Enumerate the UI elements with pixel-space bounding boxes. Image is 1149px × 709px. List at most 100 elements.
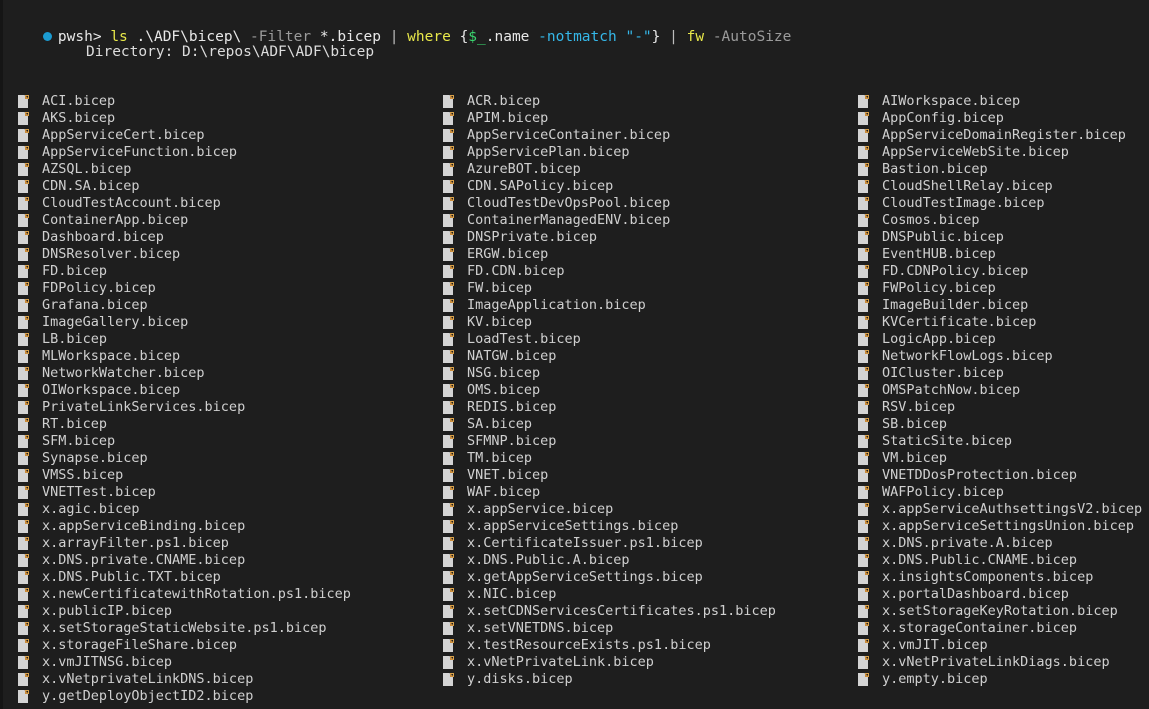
file-list-item[interactable]: ACR.bicep [443, 93, 776, 110]
file-list-item[interactable]: x.newCertificatewithRotation.ps1.bicep [18, 586, 351, 603]
file-list-item[interactable]: CDN.SA.bicep [18, 178, 351, 195]
file-list-item[interactable]: x.agic.bicep [18, 501, 351, 518]
file-list-item[interactable]: DNSResolver.bicep [18, 246, 351, 263]
file-list-item[interactable]: CloudTestAccount.bicep [18, 195, 351, 212]
file-list-item[interactable]: RT.bicep [18, 416, 351, 433]
file-list-item[interactable]: ImageBuilder.bicep [858, 297, 1142, 314]
file-list-item[interactable]: x.vNetPrivateLink.bicep [443, 654, 776, 671]
file-list-item[interactable]: x.testResourceExists.ps1.bicep [443, 637, 776, 654]
file-list-item[interactable]: TM.bicep [443, 450, 776, 467]
file-list-item[interactable]: AIWorkspace.bicep [858, 93, 1142, 110]
file-list-item[interactable]: x.getAppServiceSettings.bicep [443, 569, 776, 586]
file-list-item[interactable]: x.portalDashboard.bicep [858, 586, 1142, 603]
file-list-item[interactable]: LB.bicep [18, 331, 351, 348]
file-list-item[interactable]: AppServiceFunction.bicep [18, 144, 351, 161]
file-list-item[interactable]: AppConfig.bicep [858, 110, 1142, 127]
file-list-item[interactable]: OICluster.bicep [858, 365, 1142, 382]
file-list-item[interactable]: FDPolicy.bicep [18, 280, 351, 297]
file-list-item[interactable]: AppServiceContainer.bicep [443, 127, 776, 144]
file-list-item[interactable]: Cosmos.bicep [858, 212, 1142, 229]
file-list-item[interactable]: x.insightsComponents.bicep [858, 569, 1142, 586]
file-list-item[interactable]: CDN.SAPolicy.bicep [443, 178, 776, 195]
file-list-item[interactable]: OIWorkspace.bicep [18, 382, 351, 399]
file-list-item[interactable]: ACI.bicep [18, 93, 351, 110]
file-list-item[interactable]: Grafana.bicep [18, 297, 351, 314]
file-list-item[interactable]: x.NIC.bicep [443, 586, 776, 603]
file-list-item[interactable]: VNET.bicep [443, 467, 776, 484]
file-list-item[interactable]: x.appServiceAuthsettingsV2.bicep [858, 501, 1142, 518]
file-list-item[interactable]: y.getDeployObjectID2.bicep [18, 688, 351, 705]
file-list-item[interactable]: x.DNS.private.A.bicep [858, 535, 1142, 552]
file-list-item[interactable]: DNSPrivate.bicep [443, 229, 776, 246]
file-list-item[interactable]: ContainerApp.bicep [18, 212, 351, 229]
file-list-item[interactable]: VM.bicep [858, 450, 1142, 467]
file-list-item[interactable]: REDIS.bicep [443, 399, 776, 416]
file-list-item[interactable]: FD.CDN.bicep [443, 263, 776, 280]
file-list-item[interactable]: CloudTestDevOpsPool.bicep [443, 195, 776, 212]
file-list-item[interactable]: MLWorkspace.bicep [18, 348, 351, 365]
file-list-item[interactable]: x.appServiceSettingsUnion.bicep [858, 518, 1142, 535]
file-list-item[interactable]: x.arrayFilter.ps1.bicep [18, 535, 351, 552]
prompt-line[interactable]: pwsh> ls .\ADF\bicep\ -Filter *.bicep | … [8, 7, 791, 45]
file-list-item[interactable]: AZSQL.bicep [18, 161, 351, 178]
file-list-item[interactable]: x.setStorageKeyRotation.bicep [858, 603, 1142, 620]
file-list-item[interactable]: LoadTest.bicep [443, 331, 776, 348]
file-list-item[interactable]: SFMNP.bicep [443, 433, 776, 450]
file-list-item[interactable]: EventHUB.bicep [858, 246, 1142, 263]
file-list-item[interactable]: WAF.bicep [443, 484, 776, 501]
file-list-item[interactable]: FD.CDNPolicy.bicep [858, 263, 1142, 280]
file-list-item[interactable]: ERGW.bicep [443, 246, 776, 263]
file-list-item[interactable]: y.empty.bicep [858, 671, 1142, 688]
file-list-item[interactable]: NATGW.bicep [443, 348, 776, 365]
file-list-item[interactable]: x.setCDNServicesCertificates.ps1.bicep [443, 603, 776, 620]
file-list-item[interactable]: RSV.bicep [858, 399, 1142, 416]
file-list-item[interactable]: AppServicePlan.bicep [443, 144, 776, 161]
file-list-item[interactable]: NSG.bicep [443, 365, 776, 382]
file-list-item[interactable]: FD.bicep [18, 263, 351, 280]
file-list-item[interactable]: NetworkFlowLogs.bicep [858, 348, 1142, 365]
file-list-item[interactable]: DNSPublic.bicep [858, 229, 1142, 246]
file-list-item[interactable]: x.vNetprivateLinkDNS.bicep [18, 671, 351, 688]
file-list-item[interactable]: AppServiceDomainRegister.bicep [858, 127, 1142, 144]
file-list-item[interactable]: Synapse.bicep [18, 450, 351, 467]
file-list-item[interactable]: x.CertificateIssuer.ps1.bicep [443, 535, 776, 552]
file-list-item[interactable]: FW.bicep [443, 280, 776, 297]
file-list-item[interactable]: APIM.bicep [443, 110, 776, 127]
file-list-item[interactable]: Dashboard.bicep [18, 229, 351, 246]
file-list-item[interactable]: SB.bicep [858, 416, 1142, 433]
file-list-item[interactable]: AKS.bicep [18, 110, 351, 127]
file-list-item[interactable]: x.storageContainer.bicep [858, 620, 1142, 637]
file-list-item[interactable]: NetworkWatcher.bicep [18, 365, 351, 382]
file-list-item[interactable]: KV.bicep [443, 314, 776, 331]
file-list-item[interactable]: x.appServiceBinding.bicep [18, 518, 351, 535]
file-list-item[interactable]: x.vNetPrivateLinkDiags.bicep [858, 654, 1142, 671]
file-list-item[interactable]: ContainerManagedENV.bicep [443, 212, 776, 229]
file-list-item[interactable]: x.appService.bicep [443, 501, 776, 518]
file-list-item[interactable]: x.storageFileShare.bicep [18, 637, 351, 654]
file-list-item[interactable]: AppServiceCert.bicep [18, 127, 351, 144]
file-list-item[interactable]: x.DNS.private.CNAME.bicep [18, 552, 351, 569]
file-list-item[interactable]: KVCertificate.bicep [858, 314, 1142, 331]
file-list-item[interactable]: StaticSite.bicep [858, 433, 1142, 450]
file-list-item[interactable]: OMSPatchNow.bicep [858, 382, 1142, 399]
file-list-item[interactable]: x.publicIP.bicep [18, 603, 351, 620]
file-list-item[interactable]: AzureBOT.bicep [443, 161, 776, 178]
file-list-item[interactable]: x.appServiceSettings.bicep [443, 518, 776, 535]
file-list-item[interactable]: ImageGallery.bicep [18, 314, 351, 331]
file-list-item[interactable]: VNETTest.bicep [18, 484, 351, 501]
file-list-item[interactable]: SA.bicep [443, 416, 776, 433]
file-list-item[interactable]: FWPolicy.bicep [858, 280, 1142, 297]
file-list-item[interactable]: x.DNS.Public.CNAME.bicep [858, 552, 1142, 569]
file-list-item[interactable]: OMS.bicep [443, 382, 776, 399]
file-list-item[interactable]: Bastion.bicep [858, 161, 1142, 178]
file-list-item[interactable]: CloudShellRelay.bicep [858, 178, 1142, 195]
file-list-item[interactable]: x.vmJITNSG.bicep [18, 654, 351, 671]
file-list-item[interactable]: LogicApp.bicep [858, 331, 1142, 348]
file-list-item[interactable]: x.DNS.Public.A.bicep [443, 552, 776, 569]
file-list-item[interactable]: x.setStorageStaticWebsite.ps1.bicep [18, 620, 351, 637]
terminal-window[interactable]: pwsh> ls .\ADF\bicep\ -Filter *.bicep | … [0, 0, 1149, 709]
file-list-item[interactable]: x.setVNETDNS.bicep [443, 620, 776, 637]
file-list-item[interactable]: x.vmJIT.bicep [858, 637, 1142, 654]
file-list-item[interactable]: x.DNS.Public.TXT.bicep [18, 569, 351, 586]
file-list-item[interactable]: SFM.bicep [18, 433, 351, 450]
